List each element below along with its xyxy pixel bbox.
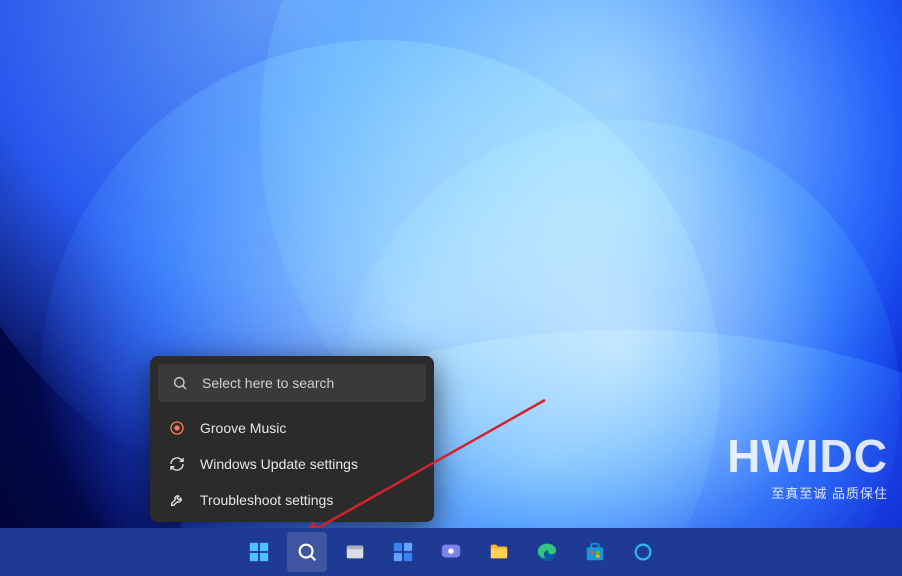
cortana-icon <box>632 541 654 563</box>
taskbar <box>0 528 902 576</box>
groove-music-icon <box>168 419 186 437</box>
widgets-icon <box>392 541 414 563</box>
search-suggestion-label: Troubleshoot settings <box>200 492 333 508</box>
watermark-brand: HWIDC <box>727 433 888 479</box>
windows-logo-icon <box>248 541 270 563</box>
search-button[interactable] <box>287 532 327 572</box>
search-icon <box>172 375 188 391</box>
start-button[interactable] <box>239 532 279 572</box>
search-suggestion-windows-update[interactable]: Windows Update settings <box>158 446 426 482</box>
troubleshoot-icon <box>168 491 186 509</box>
search-suggestion-troubleshoot[interactable]: Troubleshoot settings <box>158 482 426 518</box>
search-flyout: Groove Music Windows Update settings Tro… <box>150 356 434 522</box>
edge-icon <box>536 541 558 563</box>
cortana-button[interactable] <box>623 532 663 572</box>
search-suggestion-label: Groove Music <box>200 420 286 436</box>
chat-button[interactable] <box>431 532 471 572</box>
widgets-button[interactable] <box>383 532 423 572</box>
watermark-tagline: 至真至诚 品质保住 <box>727 483 888 502</box>
task-view-button[interactable] <box>335 532 375 572</box>
search-icon <box>296 541 318 563</box>
store-icon <box>584 541 606 563</box>
edge-button[interactable] <box>527 532 567 572</box>
chat-icon <box>440 541 462 563</box>
search-input[interactable] <box>200 374 412 392</box>
update-icon <box>168 455 186 473</box>
search-suggestion-label: Windows Update settings <box>200 456 358 472</box>
search-suggestion-groove-music[interactable]: Groove Music <box>158 410 426 446</box>
folder-icon <box>488 541 510 563</box>
file-explorer-button[interactable] <box>479 532 519 572</box>
task-view-icon <box>344 541 366 563</box>
watermark: HWIDC 至真至诚 品质保住 <box>727 433 888 502</box>
microsoft-store-button[interactable] <box>575 532 615 572</box>
search-box[interactable] <box>158 364 426 402</box>
